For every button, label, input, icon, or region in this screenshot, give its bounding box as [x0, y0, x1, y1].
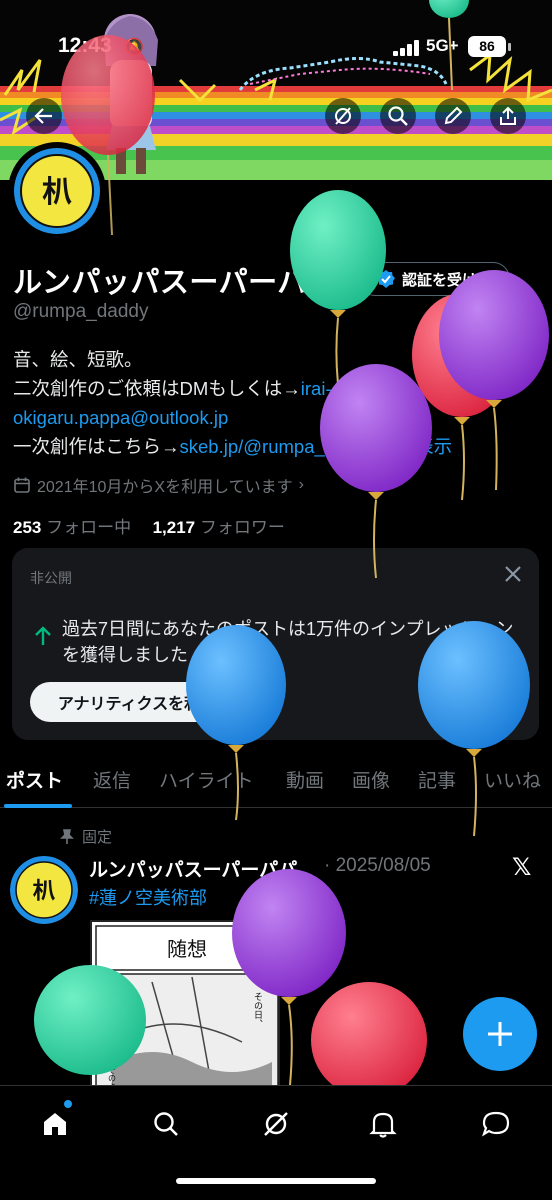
post-avatar[interactable]: 朳	[10, 856, 78, 924]
messages-icon	[482, 1111, 510, 1137]
profile-bio: 音、絵、短歌。 二次創作のご依頼はDMもしくは→irai- okigaru.pa…	[13, 345, 533, 461]
tab-likes[interactable]: いいね	[484, 766, 541, 793]
following-label: フォロー中	[46, 518, 132, 537]
joined-date[interactable]: 2021年10月からXを利用しています ›	[13, 473, 304, 497]
tab-images[interactable]: 画像	[352, 766, 390, 793]
bio-line-3: okigaru.pappa@outlook.jp	[13, 403, 533, 432]
share-button[interactable]	[490, 98, 526, 134]
profile-handle: @rumpa_daddy	[13, 301, 149, 322]
tab-highlights[interactable]: ハイライト	[159, 766, 254, 793]
svg-text:朳: 朳	[42, 175, 72, 210]
edit-button[interactable]	[435, 98, 471, 134]
manga-title: 随想	[167, 937, 207, 961]
profile-name: ルンパッパスーパーパパ	[13, 267, 337, 299]
tab-replies[interactable]: 返信	[93, 766, 131, 793]
bio-line-4: 一次創作はこちら→skeb.jp/@rumpa_d... さらに表示	[13, 432, 533, 461]
plus-icon	[488, 1022, 512, 1046]
nav-search[interactable]	[146, 1104, 186, 1144]
share-icon	[500, 106, 516, 125]
manga-page-art: 随想 雨が大きな魚が、そのように増えた。 その日、	[92, 922, 278, 1090]
nav-grok[interactable]	[256, 1104, 296, 1144]
bio-request-text: 二次創作のご依頼はDMもしくは→	[13, 378, 301, 399]
bio-link-email[interactable]: okigaru.pappa@outlook.jp	[13, 407, 228, 428]
get-verified-label: 認証を受ける	[401, 271, 492, 289]
followers-count: 1,217	[152, 518, 196, 537]
x-logo-icon: 𝕏	[512, 854, 532, 881]
bio-original-text: 一次創作はこちら→	[13, 436, 180, 457]
grok-button[interactable]	[325, 98, 361, 134]
private-analytics-card: 非公開 過去7日間にあなたのポストは1万件のインプレッションを獲得しました アナ…	[12, 548, 539, 740]
network-type: 5G+	[426, 36, 459, 55]
home-icon	[44, 1113, 66, 1135]
grok-icon	[264, 1112, 288, 1136]
tab-articles[interactable]: 記事	[418, 766, 456, 793]
battery-indicator: 86	[468, 36, 506, 57]
battery-tip	[508, 43, 511, 51]
impressions-message: 過去7日間にあなたのポストは1万件のインプレッションを獲得しました	[62, 619, 514, 665]
bio-link-irai[interactable]: irai-	[301, 378, 332, 399]
manga-right-text: その日、	[252, 992, 263, 1028]
followers-label: フォロワー	[199, 518, 285, 537]
active-tab-indicator	[4, 804, 72, 808]
home-notification-dot	[64, 1100, 72, 1108]
bio-line-2: 二次創作のご依頼はDMもしくは→irai-	[13, 374, 533, 403]
post-media-image[interactable]: 随想 雨が大きな魚が、そのように増えた。 その日、	[90, 920, 280, 1090]
search-icon	[154, 1112, 178, 1136]
pinned-label: 固定	[82, 829, 113, 846]
back-button[interactable]	[26, 98, 62, 134]
post-author-name[interactable]: ルンパッパスーパーパパ	[89, 855, 297, 882]
post-date: · 2025/08/05	[324, 855, 431, 876]
followers-link[interactable]: 1,217 フォロワー	[153, 518, 285, 537]
bottom-navigation	[0, 1085, 552, 1200]
following-link[interactable]: 253 フォロー中	[13, 518, 131, 537]
use-analytics-button[interactable]: アナリティクスを利用する	[30, 682, 276, 722]
manga-left-text: 雨が大きな魚が、そのように増えた。	[108, 1002, 117, 1090]
private-label: 非公開	[30, 570, 72, 586]
grok-icon	[335, 107, 351, 125]
svg-text:朳: 朳	[33, 878, 56, 904]
nav-messages[interactable]	[476, 1104, 516, 1144]
post-hashtag[interactable]: #蓮ノ空美術部	[89, 884, 207, 910]
chevron-right-icon: ›	[298, 476, 304, 493]
status-bar: 12:43 🔕 5G+ 86	[0, 28, 552, 64]
joined-text: 2021年10月からXを利用しています	[37, 479, 293, 496]
search-button[interactable]	[380, 98, 416, 134]
back-icon	[34, 108, 52, 124]
pinned-indicator: 固定	[60, 826, 112, 847]
signal-icon	[393, 40, 419, 56]
home-indicator-bar	[176, 1178, 376, 1184]
search-icon	[388, 106, 408, 126]
tab-posts[interactable]: ポスト	[6, 766, 63, 793]
notifications-icon	[369, 1112, 397, 1138]
nav-home[interactable]	[35, 1104, 75, 1144]
verified-badge-icon	[376, 270, 395, 288]
post-avatar-image: 朳	[10, 856, 78, 924]
status-time: 12:43	[58, 34, 112, 57]
tab-videos[interactable]: 動画	[286, 766, 324, 793]
edit-icon	[444, 106, 463, 125]
follow-stats: 253 フォロー中 1,217 フォロワー	[13, 513, 285, 538]
following-count: 253	[13, 518, 42, 537]
pin-icon	[60, 828, 74, 844]
calendar-icon	[14, 477, 30, 493]
close-icon[interactable]	[503, 564, 523, 584]
arrow-up-icon	[35, 626, 51, 645]
get-verified-button[interactable]: 認証を受ける	[358, 262, 510, 296]
silent-mode-icon: 🔕	[124, 39, 144, 56]
nav-notifications[interactable]	[363, 1104, 403, 1144]
avatar-image: 朳	[14, 148, 100, 234]
bio-line-1: 音、絵、短歌。	[13, 349, 143, 370]
bio-link-skeb[interactable]: skeb.jp/@rumpa_d...	[180, 436, 351, 457]
show-more-link[interactable]: さらに表示	[360, 436, 453, 457]
balloon-red-bottom	[311, 982, 427, 1098]
compose-post-button[interactable]	[463, 997, 537, 1071]
profile-avatar[interactable]: 朳	[8, 142, 106, 240]
profile-tabs: ポスト 返信 ハイライト 動画 画像 記事 いいね	[0, 760, 552, 808]
